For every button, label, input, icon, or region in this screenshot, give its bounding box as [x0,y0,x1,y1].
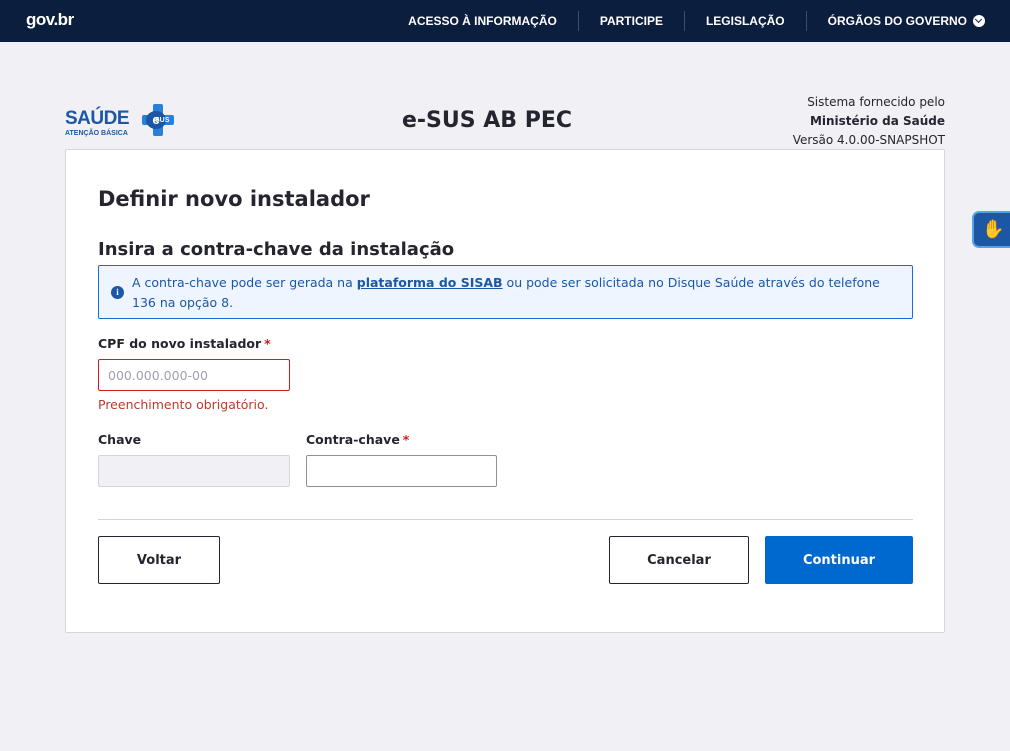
system-ministry: Ministério da Saúde [809,114,945,128]
cpf-error-message: Preenchimento obrigatório. [98,397,269,412]
chevron-down-icon [973,15,985,27]
form-divider [98,519,913,520]
cpf-input[interactable] [98,359,290,391]
logo-sub-text: ATENÇÃO BÁSICA [65,130,128,137]
contrachave-label: Contra-chave * [306,432,409,447]
continue-button[interactable]: Continuar [765,536,913,584]
nav-orgaos-governo[interactable]: ÓRGÃOS DO GOVERNO [807,11,985,31]
info-alert-text: A contra-chave pode ser gerada na plataf… [132,273,902,313]
chave-input [98,455,290,487]
logo-badge-sub: SUS [155,117,170,124]
govbr-logo[interactable]: gov.br [26,10,74,30]
section-title: Insira a contra-chave da instalação [98,239,455,260]
required-mark: * [264,336,271,351]
accessibility-widget[interactable]: ✋ [972,211,1010,248]
gov-nav: ACESSO À INFORMAÇÃO PARTICIPE LEGISLAÇÃO… [387,0,985,42]
logo-main-text: SAÚDE [65,108,130,129]
system-info: Sistema fornecido pelo Ministério da Saú… [793,93,945,150]
nav-legislacao[interactable]: LEGISLAÇÃO [685,11,806,31]
nav-label: ACESSO À INFORMAÇÃO [408,14,557,28]
sisab-platform-link[interactable]: plataforma do SISAB [357,275,503,290]
cancel-button[interactable]: Cancelar [609,536,749,584]
nav-label: ÓRGÃOS DO GOVERNO [827,14,967,28]
cpf-label-text: CPF do novo instalador [98,336,262,351]
app-title: e-SUS AB PEC [402,108,573,133]
page-title: Definir novo instalador [98,187,370,211]
back-button[interactable]: Voltar [98,536,220,584]
info-icon: i [111,286,124,299]
system-provider-line: Sistema fornecido pelo [807,95,945,109]
chave-label: Chave [98,432,142,447]
required-mark: * [402,432,410,447]
contrachave-input[interactable] [306,455,497,487]
saude-atencao-basica-logo: SAÚDE ATENÇÃO BÁSICA e SUS [65,104,175,140]
gov-top-bar: gov.br ACESSO À INFORMAÇÃO PARTICIPE LEG… [0,0,1010,42]
nav-participe[interactable]: PARTICIPE [579,11,684,31]
alert-text-before: A contra-chave pode ser gerada na [132,275,357,290]
info-alert: i A contra-chave pode ser gerada na plat… [98,265,913,319]
nav-label: PARTICIPE [599,14,663,28]
nav-label: LEGISLAÇÃO [705,14,785,28]
installer-form-card: Definir novo instalador Insira a contra-… [65,149,945,633]
sign-language-icon: ✋ [982,219,1005,240]
cpf-label: CPF do novo instalador * [98,336,271,351]
nav-acesso-informacao[interactable]: ACESSO À INFORMAÇÃO [387,11,578,31]
system-version: Versão 4.0.00-SNAPSHOT [792,133,945,147]
contrachave-label-text: Contra-chave [306,432,400,447]
